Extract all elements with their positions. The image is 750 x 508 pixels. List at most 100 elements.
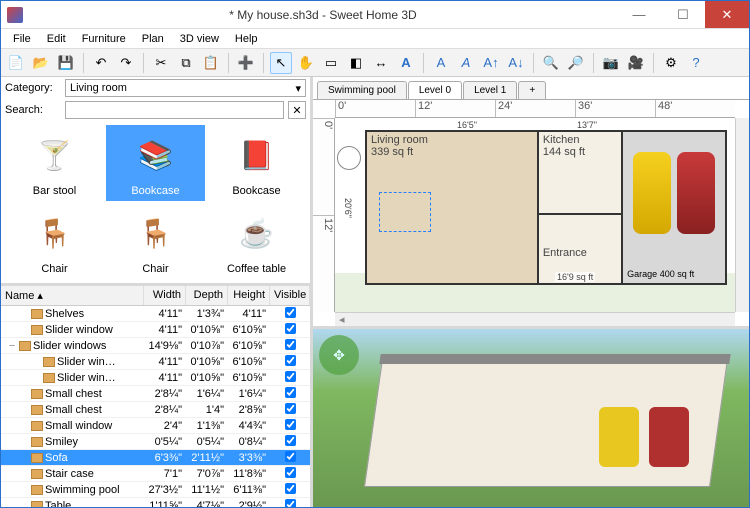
level-tab-0[interactable]: Swimming pool <box>317 81 407 99</box>
room-living[interactable]: Living room 339 sq ft <box>367 132 539 283</box>
row-height: 2'9½" <box>228 500 270 508</box>
table-row[interactable]: Smiley0'5¼"0'5¼"0'8¼" <box>1 434 310 450</box>
paste-icon[interactable]: 📋 <box>200 52 222 74</box>
titlebar: * My house.sh3d - Sweet Home 3D — ☐ ✕ <box>1 1 749 29</box>
table-row[interactable]: Swimming pool27'3½"11'1½"6'11⅜" <box>1 482 310 498</box>
video-icon[interactable]: 🎥 <box>625 52 647 74</box>
furniture-item-3[interactable]: 🪑Chair <box>5 203 104 279</box>
undo-icon[interactable]: ↶ <box>90 52 112 74</box>
col-height[interactable]: Height <box>228 286 270 305</box>
visible-checkbox[interactable] <box>285 403 296 414</box>
dimension-tool-icon[interactable]: ↔ <box>370 52 392 74</box>
furniture-table[interactable]: Name ▴ Width Depth Height Visible Shelve… <box>1 286 310 507</box>
zoom-out-icon[interactable]: 🔎 <box>565 52 587 74</box>
room-tool-icon[interactable]: ◧ <box>345 52 367 74</box>
menu-3dview[interactable]: 3D view <box>172 31 227 47</box>
level-tab-2[interactable]: Level 1 <box>463 81 517 99</box>
col-depth[interactable]: Depth <box>186 286 228 305</box>
menu-edit[interactable]: Edit <box>39 31 74 47</box>
furniture-item-5[interactable]: ☕Coffee table <box>207 203 306 279</box>
furniture-thumb-icon: 🪑 <box>27 207 83 259</box>
car3d-red[interactable] <box>649 407 689 467</box>
scrollbar-vertical[interactable] <box>735 118 749 312</box>
table-row[interactable]: Small chest2'8¼"1'4"2'8⅝" <box>1 402 310 418</box>
preferences-icon[interactable]: ⚙ <box>660 52 682 74</box>
visible-checkbox[interactable] <box>285 435 296 446</box>
search-clear-icon[interactable]: ✕ <box>288 101 306 119</box>
copy-icon[interactable]: ⧉ <box>175 52 197 74</box>
selection-sofa[interactable] <box>379 192 431 232</box>
table-row[interactable]: −Slider windows14'9⅛"0'10⅞"6'10⅝" <box>1 338 310 354</box>
scrollbar-horizontal[interactable]: ◂ <box>335 312 735 326</box>
table-row[interactable]: Slider win…4'11"0'10⅝"6'10⅝" <box>1 354 310 370</box>
photo-icon[interactable]: 📷 <box>600 52 622 74</box>
maximize-button[interactable]: ☐ <box>661 1 705 28</box>
table-row[interactable]: Slider win…4'11"0'10⅝"6'10⅝" <box>1 370 310 386</box>
wall-tool-icon[interactable]: ▭ <box>320 52 342 74</box>
table-row[interactable]: Slider window4'11"0'10⅝"6'10⅝" <box>1 322 310 338</box>
save-icon[interactable]: 💾 <box>55 52 77 74</box>
help-icon[interactable]: ? <box>685 52 707 74</box>
table-row[interactable]: Table1'11⅝"4'7⅛"2'9½" <box>1 498 310 507</box>
menu-help[interactable]: Help <box>227 31 266 47</box>
visible-checkbox[interactable] <box>285 483 296 494</box>
compass-icon[interactable] <box>337 146 361 170</box>
room-garage[interactable]: Garage 400 sq ft <box>621 132 725 283</box>
furniture-item-1[interactable]: 📚Bookcase <box>106 125 205 201</box>
table-row[interactable]: Shelves4'11"1'3¾"4'11" <box>1 306 310 322</box>
menu-file[interactable]: File <box>5 31 39 47</box>
text-bold-icon[interactable]: A <box>430 52 452 74</box>
select-tool-icon[interactable]: ↖ <box>270 52 292 74</box>
row-width: 6'3⅜" <box>144 452 186 464</box>
table-row[interactable]: Sofa6'3⅜"2'11½"3'3⅜" <box>1 450 310 466</box>
add-level-button[interactable]: + <box>518 81 546 99</box>
visible-checkbox[interactable] <box>285 339 296 350</box>
car-red[interactable] <box>677 152 715 234</box>
visible-checkbox[interactable] <box>285 499 296 508</box>
visible-checkbox[interactable] <box>285 371 296 382</box>
pan-tool-icon[interactable]: ✋ <box>295 52 317 74</box>
level-tab-1[interactable]: Level 0 <box>408 81 462 99</box>
close-button[interactable]: ✕ <box>705 1 749 28</box>
plan-view[interactable]: 0'12'24'36'48' 0'12' 16'5" 13'7" Living … <box>313 99 749 326</box>
text-tool-icon[interactable]: A <box>395 52 417 74</box>
redo-icon[interactable]: ↷ <box>115 52 137 74</box>
open-icon[interactable]: 📂 <box>30 52 52 74</box>
visible-checkbox[interactable] <box>285 307 296 318</box>
car3d-yellow[interactable] <box>599 407 639 467</box>
col-visible[interactable]: Visible <box>270 286 310 305</box>
col-width[interactable]: Width <box>144 286 186 305</box>
add-furniture-icon[interactable]: ➕ <box>235 52 257 74</box>
room-kitchen[interactable]: Kitchen 144 sq ft <box>539 132 621 215</box>
minimize-button[interactable]: — <box>617 1 661 28</box>
category-select[interactable]: Living room ▾ <box>65 79 306 97</box>
table-row[interactable]: Stair case7'1"7'0⅞"11'8⅜" <box>1 466 310 482</box>
tree-toggle-icon[interactable]: − <box>7 340 17 352</box>
text-decrease-icon[interactable]: A↓ <box>505 52 527 74</box>
table-row[interactable]: Small chest2'8¼"1'6¼"1'6¼" <box>1 386 310 402</box>
car-yellow[interactable] <box>633 152 671 234</box>
visible-checkbox[interactable] <box>285 355 296 366</box>
table-row[interactable]: Small window2'4"1'1⅜"4'4¾" <box>1 418 310 434</box>
furniture-item-2[interactable]: 📕Bookcase <box>207 125 306 201</box>
col-name[interactable]: Name ▴ <box>1 286 144 305</box>
nav-3d-icon[interactable]: ✥ <box>319 335 359 375</box>
menu-furniture[interactable]: Furniture <box>74 31 134 47</box>
view-3d[interactable]: ✥ <box>313 329 749 507</box>
text-italic-icon[interactable]: A <box>455 52 477 74</box>
furniture-item-4[interactable]: 🪑Chair <box>106 203 205 279</box>
search-input[interactable] <box>65 101 284 119</box>
visible-checkbox[interactable] <box>285 451 296 462</box>
cut-icon[interactable]: ✂ <box>150 52 172 74</box>
row-depth: 2'11½" <box>186 452 228 464</box>
visible-checkbox[interactable] <box>285 467 296 478</box>
text-increase-icon[interactable]: A↑ <box>480 52 502 74</box>
new-icon[interactable]: 📄 <box>5 52 27 74</box>
zoom-in-icon[interactable]: 🔍 <box>540 52 562 74</box>
furniture-item-0[interactable]: 🍸Bar stool <box>5 125 104 201</box>
visible-checkbox[interactable] <box>285 323 296 334</box>
visible-checkbox[interactable] <box>285 419 296 430</box>
floorplan[interactable]: 16'5" 13'7" Living room 339 sq ft Kitche… <box>335 118 735 312</box>
visible-checkbox[interactable] <box>285 387 296 398</box>
menu-plan[interactable]: Plan <box>134 31 172 47</box>
